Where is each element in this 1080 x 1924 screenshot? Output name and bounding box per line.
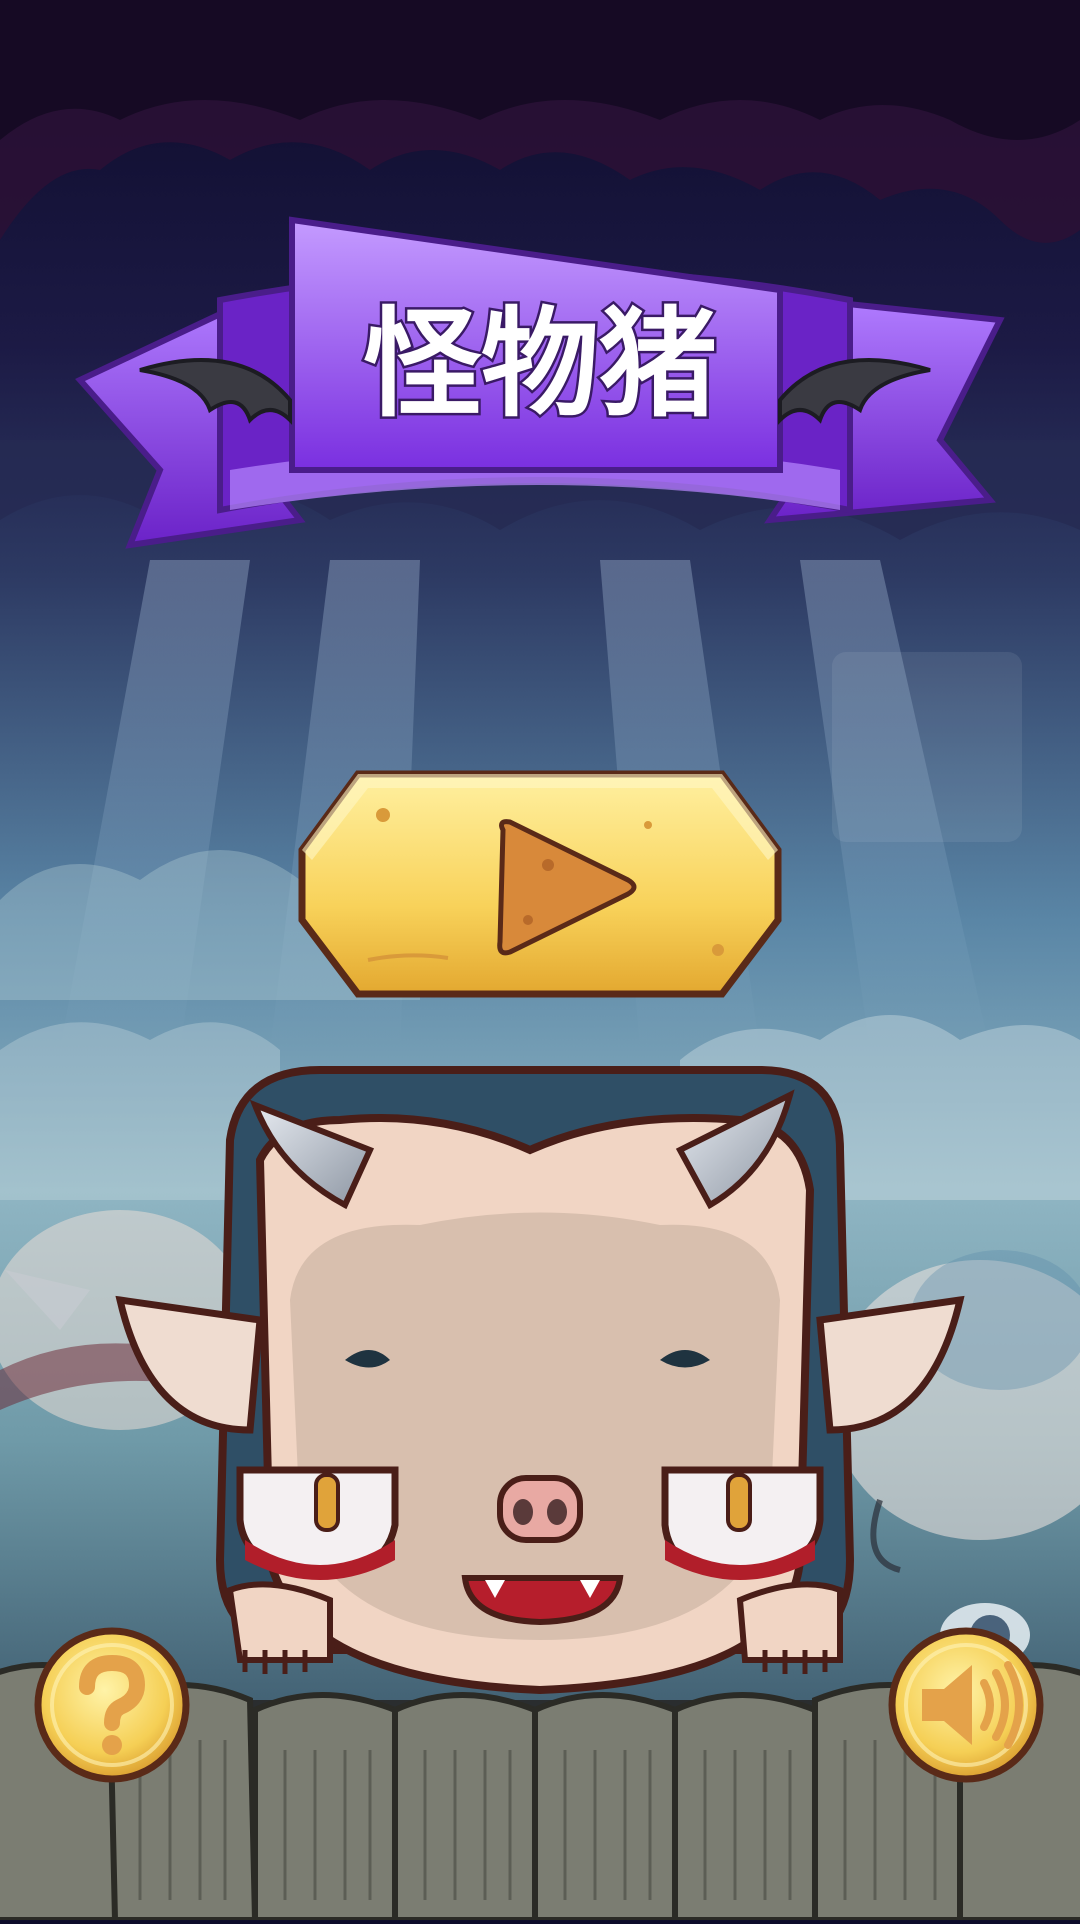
play-button[interactable] [298,770,782,998]
monster-pig-mascot [115,1066,965,1695]
help-button-art [34,1627,190,1783]
help-button[interactable] [32,1625,192,1785]
play-button-art [298,770,782,998]
game-title: 怪物猪 [363,295,717,433]
sound-button[interactable] [886,1625,1046,1785]
sound-button-art [888,1627,1044,1783]
